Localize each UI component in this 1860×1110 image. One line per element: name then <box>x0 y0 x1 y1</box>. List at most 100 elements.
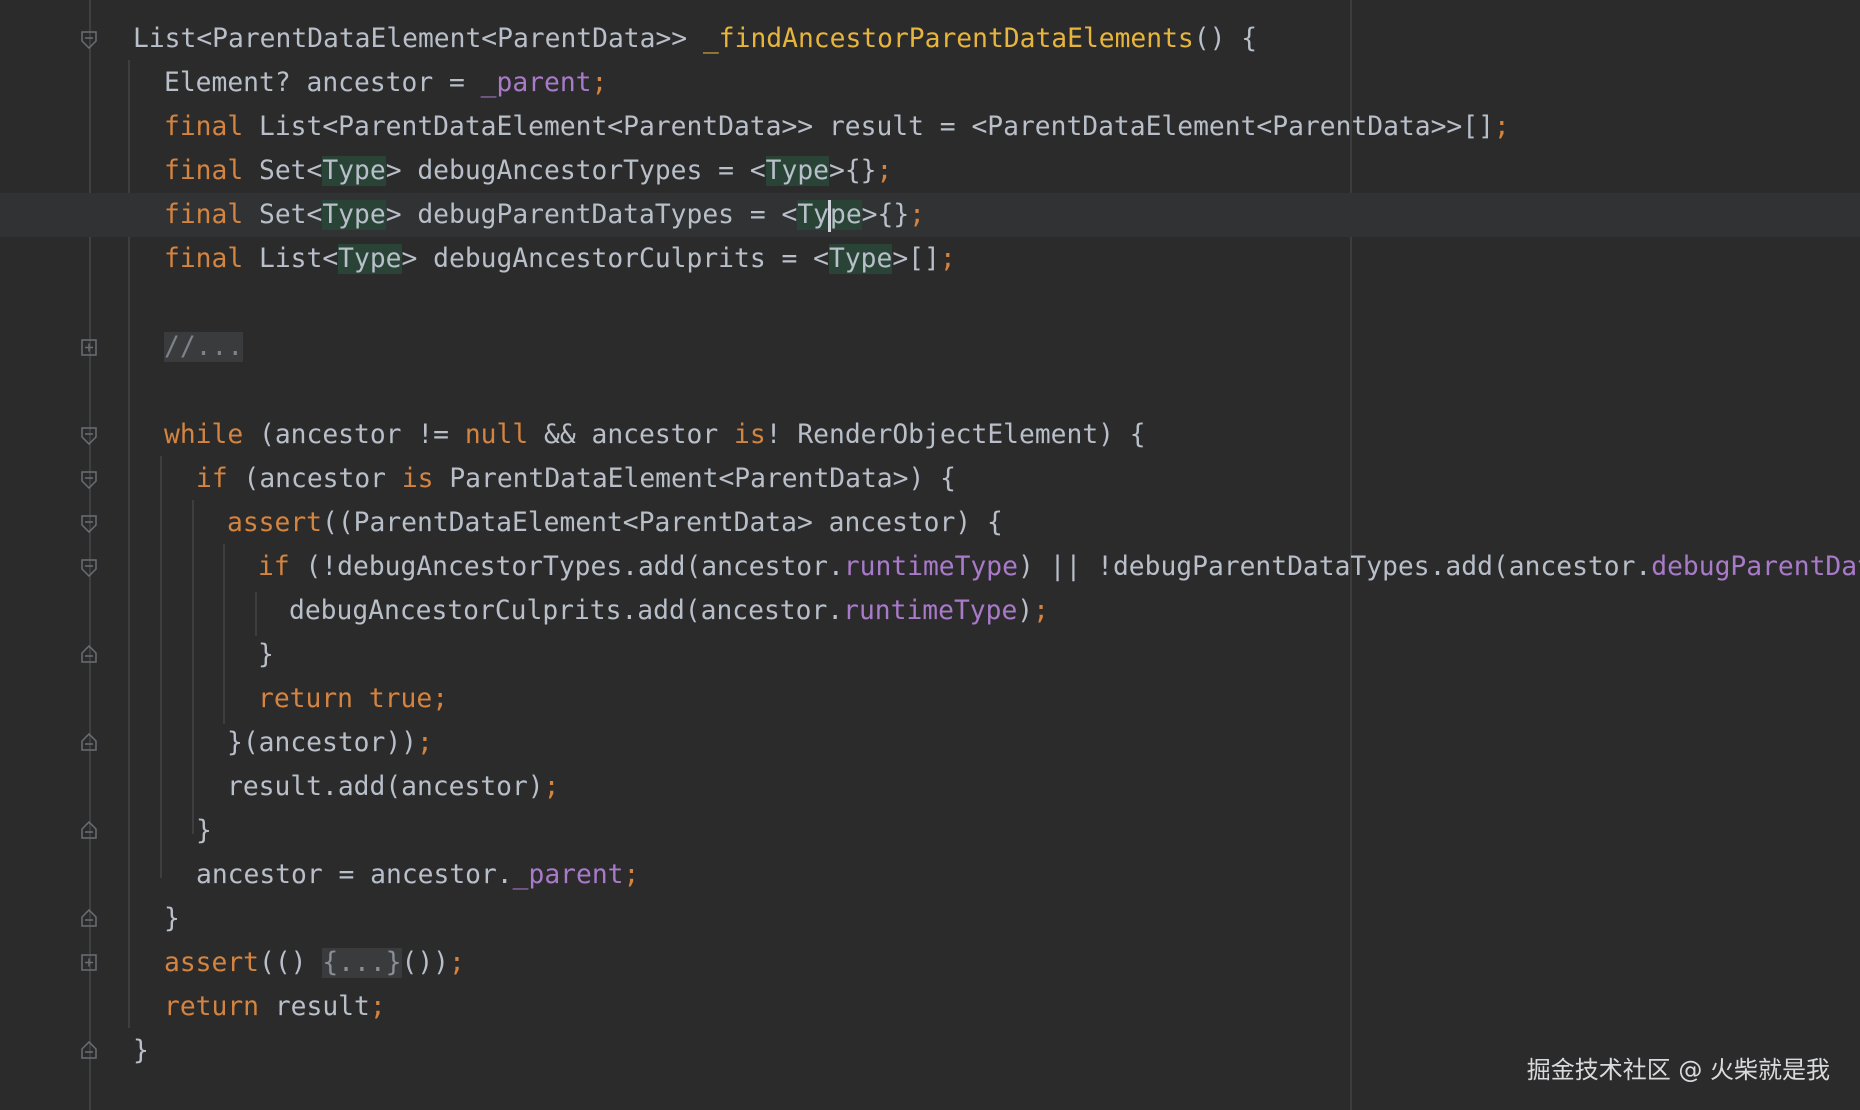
code-line[interactable]: final List<ParentDataElement<ParentData>… <box>0 105 1860 149</box>
code-token: ) || !debugParentDataTypes.add(ancestor. <box>1017 552 1652 582</box>
code-line[interactable]: assert((ParentDataElement<ParentData> an… <box>0 501 1860 545</box>
code-token: > debugAncestorCulprits = < <box>401 244 829 274</box>
code-token: } <box>196 816 212 846</box>
keyword-token: if <box>196 464 228 494</box>
keyword-token: if <box>258 552 290 582</box>
code-token: result.add(ancestor) <box>227 772 544 802</box>
code-line[interactable]: //... <box>0 325 1860 369</box>
code-token: Set< <box>243 200 323 230</box>
semicolon: ; <box>1493 112 1510 142</box>
keyword-token: final <box>164 112 244 142</box>
function-name: _findAncestorParentDataElements <box>702 24 1194 54</box>
code-line[interactable]: final List<Type> debugAncestorCulprits =… <box>0 237 1860 281</box>
keyword-token: assert <box>164 948 259 978</box>
code-token: () { <box>1193 24 1258 54</box>
code-line[interactable]: return true; <box>0 677 1860 721</box>
highlighted-usage: Type <box>338 244 402 274</box>
code-token: List< <box>243 244 339 274</box>
code-token: } <box>258 640 274 670</box>
highlighted-usage: Type <box>797 199 862 232</box>
semicolon: ; <box>591 68 608 98</box>
code-token: ancestor = ancestor. <box>196 860 513 890</box>
code-token: List<ParentDataElement<ParentData>> resu… <box>243 112 1494 142</box>
code-token: ) <box>1017 596 1034 626</box>
code-token: >{} <box>861 200 910 230</box>
keyword-token: final <box>164 244 244 274</box>
code-token: > debugParentDataTypes = < <box>385 200 798 230</box>
code-line[interactable]: List<ParentDataElement<ParentData>> _fin… <box>0 17 1860 61</box>
semicolon: ; <box>623 860 640 890</box>
semicolon: ; <box>1033 596 1049 626</box>
code-token: (ancestor <box>227 464 402 494</box>
code-token: >{} <box>829 156 877 186</box>
code-token: Element? ancestor = <box>164 68 481 98</box>
field-token: _parent <box>512 860 624 890</box>
code-token: ((ParentDataElement<ParentData> ancestor… <box>322 508 1003 538</box>
keyword-token: final <box>164 156 244 186</box>
folded-block[interactable]: {...} <box>322 948 402 978</box>
code-token: ! RenderObjectElement) { <box>765 420 1146 450</box>
code-token: (() <box>259 948 323 978</box>
code-token: List<ParentDataElement<ParentData>> <box>133 24 703 54</box>
code-token: ParentDataElement<ParentData>) { <box>433 464 956 494</box>
code-token: (!debugAncestorTypes.add(ancestor. <box>289 552 844 582</box>
semicolon: ; <box>909 200 926 230</box>
code-token: }(ancestor)) <box>227 728 417 758</box>
highlighted-usage: Type <box>322 200 386 230</box>
keyword-token: while <box>164 420 244 450</box>
keyword-token: assert <box>227 508 322 538</box>
code-line[interactable]: }(ancestor)); <box>0 721 1860 765</box>
semicolon: ; <box>417 728 433 758</box>
semicolon: ; <box>543 772 560 802</box>
code-line[interactable]: if (ancestor is ParentDataElement<Parent… <box>0 457 1860 501</box>
code-token: > debugAncestorTypes = < <box>385 156 766 186</box>
code-line[interactable]: result.add(ancestor); <box>0 765 1860 809</box>
code-line[interactable]: final Set<Type> debugAncestorTypes = <Ty… <box>0 149 1860 193</box>
semicolon: ; <box>939 244 956 274</box>
folded-comment[interactable]: //... <box>164 332 244 362</box>
code-token: >[] <box>892 244 940 274</box>
code-token: ()) <box>401 948 450 978</box>
code-line[interactable]: assert(() {...}()); <box>0 941 1860 985</box>
field-token: runtimeType <box>843 596 1018 626</box>
code-token: && ancestor <box>528 420 734 450</box>
code-token: Ty <box>797 200 829 230</box>
field-token: runtimeType <box>843 552 1018 582</box>
code-token: } <box>164 904 180 934</box>
watermark: 掘金技术社区 @ 火柴就是我 <box>1526 1056 1830 1084</box>
code-line[interactable]: } <box>0 633 1860 677</box>
keyword-token: final <box>164 200 244 230</box>
code-line[interactable]: debugAncestorCulprits.add(ancestor.runti… <box>0 589 1860 633</box>
keyword-token: true <box>368 684 433 714</box>
semicolon: ; <box>449 948 465 978</box>
code-line[interactable]: } <box>0 897 1860 941</box>
field-token: debugParentDataType <box>1651 552 1860 582</box>
code-token: } <box>133 1036 149 1066</box>
semicolon: ; <box>369 992 386 1022</box>
keyword-token: return <box>164 992 259 1022</box>
code-line[interactable]: if (!debugAncestorTypes.add(ancestor.run… <box>0 545 1860 589</box>
highlighted-usage: Type <box>765 156 830 186</box>
highlighted-usage: Type <box>828 244 893 274</box>
code-token: (ancestor != <box>243 420 465 450</box>
code-editor[interactable]: List<ParentDataElement<ParentData>> _fin… <box>0 0 1860 1110</box>
code-line[interactable]: ancestor = ancestor._parent; <box>0 853 1860 897</box>
keyword-token: is <box>734 420 766 450</box>
semicolon: ; <box>432 684 449 714</box>
code-token: Set< <box>243 156 323 186</box>
keyword-token: null <box>464 420 529 450</box>
code-token: result <box>259 992 370 1022</box>
highlighted-usage: Type <box>322 156 386 186</box>
semicolon: ; <box>876 156 893 186</box>
keyword-token: return <box>258 684 353 714</box>
code-line[interactable]: return result; <box>0 985 1860 1029</box>
code-line[interactable]: } <box>0 809 1860 853</box>
keyword-token: is <box>401 464 434 494</box>
current-code-line[interactable]: final Set<Type> debugParentDataTypes = <… <box>0 193 1860 237</box>
field-token: _parent <box>480 68 592 98</box>
code-line[interactable]: while (ancestor != null && ancestor is! … <box>0 413 1860 457</box>
code-token: pe <box>830 200 862 230</box>
code-line[interactable]: Element? ancestor = _parent; <box>0 61 1860 105</box>
code-token: debugAncestorCulprits.add(ancestor. <box>289 596 844 626</box>
